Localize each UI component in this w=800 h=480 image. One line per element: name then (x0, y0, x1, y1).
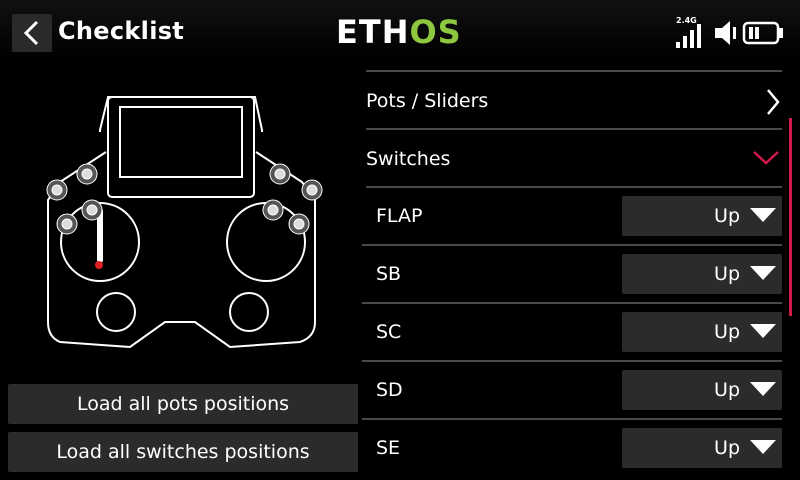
switch-name: SE (376, 437, 401, 459)
section-switches-label: Switches (366, 148, 451, 170)
switch-position-value: Up (714, 263, 740, 285)
list-item: FLAP Up (362, 188, 782, 244)
switch-position-select[interactable]: Up (622, 196, 782, 236)
switch-position-value: Up (714, 205, 740, 227)
dropdown-arrow-icon (750, 208, 776, 222)
switch-position-select[interactable]: Up (622, 370, 782, 410)
page-title: Checklist (58, 17, 185, 45)
speaker-icon (715, 21, 736, 45)
checklist-panel: Pots / Sliders Switches FLAP Up SB Up SC… (362, 60, 800, 480)
section-pots[interactable]: Pots / Sliders (362, 72, 782, 128)
chevron-left-icon (23, 20, 39, 46)
stick-position-marker (95, 261, 103, 269)
switch-name: SB (376, 263, 402, 285)
switch-name: SD (376, 379, 403, 401)
section-switches[interactable]: Switches (362, 130, 782, 186)
dropdown-arrow-icon (750, 324, 776, 338)
scrollbar[interactable] (789, 118, 792, 316)
list-item: SC Up (362, 304, 782, 360)
dropdown-arrow-icon (750, 440, 776, 454)
list-item: SB Up (362, 246, 782, 302)
dropdown-arrow-icon (750, 266, 776, 280)
radio-diagram (46, 96, 323, 349)
section-pots-label: Pots / Sliders (366, 90, 489, 112)
switch-position-select[interactable]: Up (622, 428, 782, 468)
chevron-down-icon (753, 151, 779, 165)
status-area: 2.4G (676, 16, 788, 48)
ethos-logo: ETHOS (336, 13, 462, 51)
top-bar: Checklist ETHOS 2.4G (0, 0, 800, 60)
switch-position-select[interactable]: Up (622, 254, 782, 294)
switch-position-value: Up (714, 379, 740, 401)
switch-position-value: Up (714, 321, 740, 343)
left-panel: Load all pots positions Load all switche… (0, 60, 360, 480)
list-item: SD Up (362, 362, 782, 418)
rf-band-label: 2.4G (676, 16, 697, 25)
list-item: SE Up (362, 420, 782, 476)
back-button[interactable] (12, 14, 52, 52)
load-switches-button[interactable]: Load all switches positions (8, 432, 358, 472)
battery-icon (742, 21, 783, 45)
switch-position-value: Up (714, 437, 740, 459)
chevron-right-icon (767, 89, 780, 115)
switch-position-select[interactable]: Up (622, 312, 782, 352)
load-pots-button[interactable]: Load all pots positions (8, 384, 358, 424)
switch-name: SC (376, 321, 402, 343)
dropdown-arrow-icon (750, 382, 776, 396)
switch-name: FLAP (376, 205, 423, 227)
